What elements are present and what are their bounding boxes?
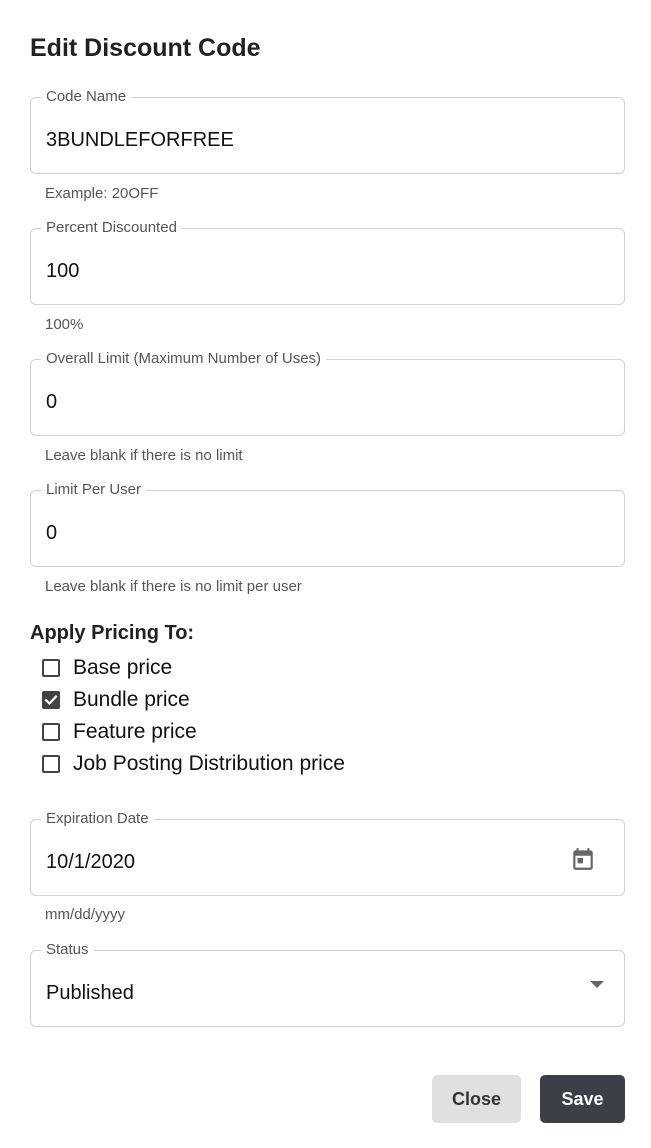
dialog-title: Edit Discount Code (30, 34, 261, 62)
limit-per-user-helper: Leave blank if there is no limit per use… (45, 578, 302, 595)
code-name-value[interactable]: 3BUNDLEFORFREE (46, 128, 234, 152)
base-price-option[interactable]: Base price (42, 654, 172, 682)
code-name-label: Code Name (41, 87, 132, 107)
calendar-icon[interactable] (570, 846, 596, 872)
limit-per-user-label: Limit Per User (41, 480, 147, 500)
code-name-field[interactable]: Code Name 3BUNDLEFORFREE (30, 87, 625, 174)
save-button[interactable]: Save (540, 1075, 625, 1123)
base-price-label[interactable]: Base price (73, 656, 172, 680)
expiration-date-label: Expiration Date (41, 809, 154, 829)
percent-discounted-field[interactable]: Percent Discounted 100 (30, 218, 625, 305)
bundle-price-option[interactable]: Bundle price (42, 686, 190, 714)
overall-limit-helper: Leave blank if there is no limit (45, 447, 243, 464)
base-price-checkbox[interactable] (42, 659, 60, 677)
status-label: Status (41, 940, 94, 960)
overall-limit-field[interactable]: Overall Limit (Maximum Number of Uses) 0 (30, 349, 625, 436)
checkmark-icon (44, 694, 58, 706)
feature-price-option[interactable]: Feature price (42, 718, 197, 746)
percent-discounted-label: Percent Discounted (41, 218, 182, 238)
job-posting-distribution-price-checkbox[interactable] (42, 755, 60, 773)
feature-price-label[interactable]: Feature price (73, 720, 197, 744)
bundle-price-checkbox[interactable] (42, 691, 60, 709)
job-posting-distribution-price-option[interactable]: Job Posting Distribution price (42, 750, 345, 778)
overall-limit-value[interactable]: 0 (46, 390, 57, 414)
status-select[interactable]: Status Published (30, 940, 625, 1027)
code-name-helper: Example: 20OFF (45, 185, 159, 202)
limit-per-user-field[interactable]: Limit Per User 0 (30, 480, 625, 567)
limit-per-user-value[interactable]: 0 (46, 521, 57, 545)
expiration-date-field[interactable]: Expiration Date 10/1/2020 (30, 809, 625, 896)
overall-limit-label: Overall Limit (Maximum Number of Uses) (41, 349, 327, 369)
job-posting-distribution-price-label[interactable]: Job Posting Distribution price (73, 752, 345, 776)
bundle-price-label[interactable]: Bundle price (73, 688, 190, 712)
close-button[interactable]: Close (432, 1075, 521, 1123)
expiration-date-value[interactable]: 10/1/2020 (46, 850, 135, 874)
feature-price-checkbox[interactable] (42, 723, 60, 741)
dropdown-arrow-icon[interactable] (590, 981, 604, 988)
percent-discounted-value[interactable]: 100 (46, 259, 79, 283)
percent-discounted-helper: 100% (45, 316, 84, 333)
status-value[interactable]: Published (46, 981, 134, 1005)
expiration-date-helper: mm/dd/yyyy (45, 906, 126, 923)
apply-pricing-title: Apply Pricing To: (30, 622, 195, 644)
